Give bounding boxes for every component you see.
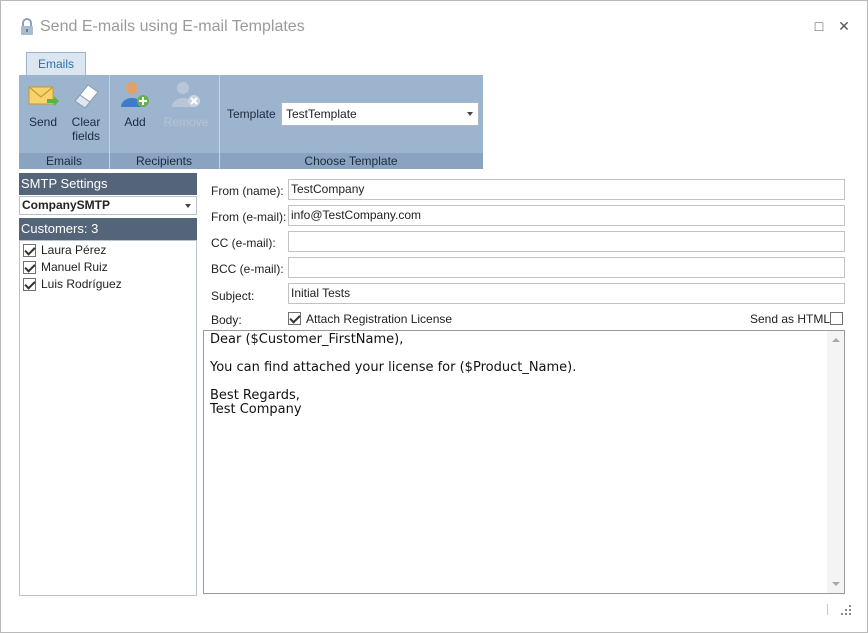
smtp-value: CompanySMTP — [22, 198, 111, 212]
clear-label-line2: fields — [71, 129, 100, 143]
window-title: Send E-mails using E-mail Templates — [40, 18, 305, 35]
send-button[interactable]: Send — [23, 79, 63, 129]
send-as-html-checkbox[interactable] — [830, 312, 843, 325]
send-as-html-label: Send as HTML — [750, 312, 831, 326]
from-email-field[interactable]: info@TestCompany.com — [288, 205, 845, 226]
clear-fields-button[interactable]: Clear fields — [67, 79, 105, 143]
customer-checkbox[interactable] — [23, 278, 36, 291]
customer-checkbox[interactable] — [23, 261, 36, 274]
send-label: Send — [28, 115, 58, 129]
lock-icon — [21, 18, 33, 35]
smtp-settings-header: SMTP Settings — [19, 173, 197, 195]
template-select[interactable]: TestTemplate — [281, 102, 479, 126]
template-label: Template — [227, 107, 276, 121]
attach-license-checkbox[interactable] — [288, 312, 301, 325]
attach-license-label: Attach Registration License — [306, 312, 453, 326]
scroll-down-icon[interactable] — [832, 582, 840, 586]
status-separator — [827, 604, 828, 615]
list-item[interactable]: Luis Rodríguez — [20, 276, 196, 293]
list-item[interactable]: Laura Pérez — [20, 242, 196, 259]
body-text: Dear ($Customer_FirstName), You can find… — [210, 332, 577, 417]
customer-name: Manuel Ruiz — [41, 260, 108, 274]
scroll-up-icon[interactable] — [832, 338, 840, 342]
body-label: Body: — [211, 313, 242, 327]
subject-field[interactable]: Initial Tests — [288, 283, 845, 304]
from-email-label: From (e-mail): — [211, 210, 287, 224]
group-label-recipients: Recipients — [135, 154, 193, 168]
chevron-down-icon — [185, 204, 191, 208]
subject-label: Subject: — [211, 289, 255, 303]
envelope-send-icon — [28, 86, 59, 106]
add-user-icon — [121, 82, 149, 107]
maximize-button[interactable]: □ — [811, 18, 827, 34]
eraser-icon — [74, 84, 99, 109]
email-templates-window: Send E-mails using E-mail Templates □ ✕ … — [0, 0, 868, 633]
group-label-emails: Emails — [45, 154, 82, 168]
cc-label: CC (e-mail): — [211, 236, 276, 250]
customer-name: Luis Rodríguez — [41, 277, 122, 291]
customer-checkbox[interactable] — [23, 244, 36, 257]
title-bar: Send E-mails using E-mail Templates □ ✕ — [1, 1, 867, 49]
clear-label-line1: Clear — [71, 115, 101, 129]
from-name-field[interactable]: TestCompany — [288, 179, 845, 200]
from-name-label: From (name): — [211, 184, 284, 198]
tab-emails[interactable]: Emails — [26, 52, 86, 76]
customer-name: Laura Pérez — [41, 243, 107, 257]
template-value: TestTemplate — [286, 107, 357, 121]
chevron-down-icon — [467, 112, 473, 116]
cc-field[interactable] — [288, 231, 845, 252]
smtp-select[interactable]: CompanySMTP — [19, 196, 197, 215]
customers-header: Customers: 3 — [19, 218, 197, 240]
close-button[interactable]: ✕ — [836, 18, 852, 34]
add-label: Add — [124, 115, 146, 129]
list-item[interactable]: Manuel Ruiz — [20, 259, 196, 276]
ribbon: Send Clear fields Add Remove Template Te… — [19, 75, 483, 169]
body-editor[interactable]: Dear ($Customer_FirstName), You can find… — [203, 330, 845, 594]
remove-label: Remove — [163, 115, 209, 129]
group-label-choose-template: Choose Template — [304, 154, 398, 168]
remove-user-icon — [172, 82, 200, 107]
vertical-scrollbar[interactable] — [827, 331, 844, 593]
add-recipient-button[interactable]: Add — [117, 79, 153, 129]
bcc-label: BCC (e-mail): — [211, 262, 284, 276]
customers-list: Laura Pérez Manuel Ruiz Luis Rodríguez — [19, 240, 197, 596]
resize-grip-icon[interactable] — [840, 604, 852, 616]
remove-recipient-button[interactable]: Remove — [161, 79, 211, 129]
bcc-field[interactable] — [288, 257, 845, 278]
